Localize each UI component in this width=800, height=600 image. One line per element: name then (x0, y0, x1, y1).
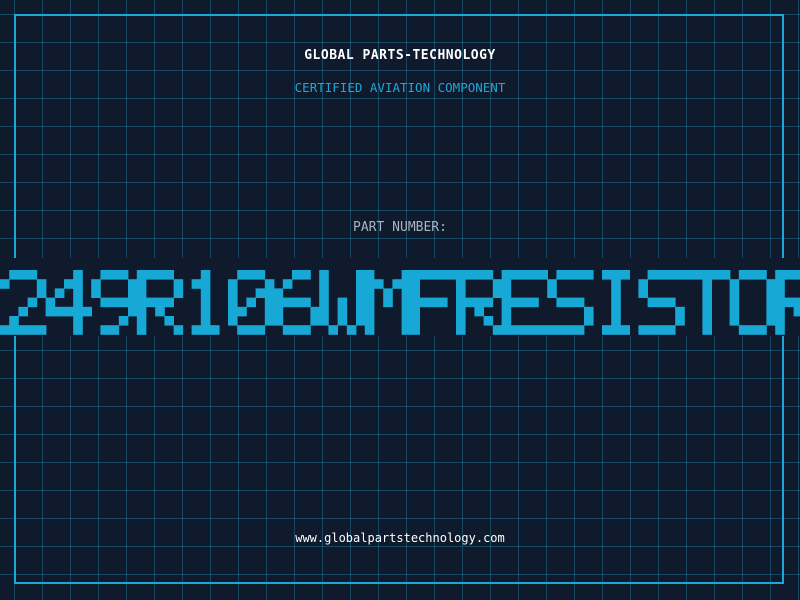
part-number-display (0, 270, 800, 335)
tagline: CERTIFIED AVIATION COMPONENT (294, 80, 506, 95)
part-number-char (602, 270, 630, 335)
part-number-band (0, 258, 800, 336)
part-number-label: PART NUMBER: (353, 220, 447, 235)
part-number-char (136, 270, 184, 335)
company-name: GLOBAL PARTS-TECHNOLOGY (304, 48, 496, 63)
part-number-char (191, 270, 220, 335)
part-number-char (410, 270, 457, 335)
part-number-char (319, 270, 366, 335)
part-number-char (638, 270, 685, 335)
part-number-char (501, 270, 548, 335)
part-number-char (456, 270, 503, 335)
part-number-char (91, 270, 138, 335)
part-number-char (228, 270, 275, 335)
part-number-char (0, 270, 47, 335)
part-number-glyphs (0, 270, 800, 335)
website-url: www.globalpartstechnology.com (295, 531, 505, 545)
part-number-char (547, 270, 594, 335)
part-number-char (684, 270, 731, 335)
part-number-char (729, 270, 776, 335)
part-number-char (45, 270, 92, 335)
part-number-char (775, 270, 800, 335)
part-number-char (273, 270, 320, 335)
part-number-char (364, 270, 412, 335)
